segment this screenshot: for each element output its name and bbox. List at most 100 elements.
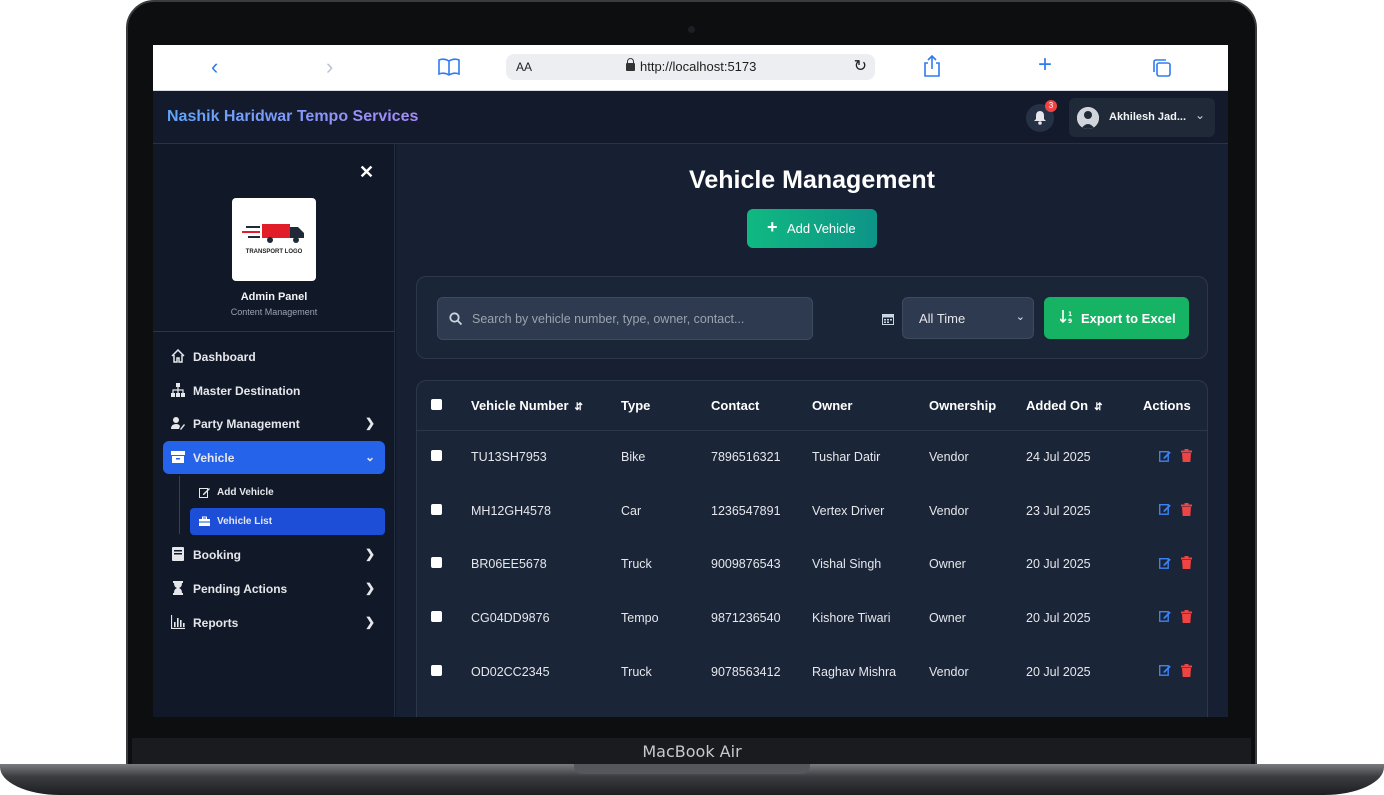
sidebar-item-dashboard[interactable]: Dashboard [163, 340, 385, 373]
address-bar[interactable]: AA http://localhost:5173 ↻ [506, 54, 875, 80]
row-checkbox[interactable] [431, 557, 442, 569]
add-vehicle-label: Add Vehicle [787, 221, 856, 236]
sidebar-item-label: Dashboard [193, 350, 256, 364]
back-icon[interactable]: ‹ [211, 55, 218, 79]
chevron-down-icon: ⌄ [1015, 311, 1025, 323]
added-on-cell: 23 Jul 2025 [1026, 503, 1091, 518]
table-row[interactable]: MH12GH4578 Car 1236547891 Vertex Driver Vend… [417, 484, 1207, 538]
close-icon[interactable]: ✕ [359, 162, 374, 183]
vehicle-table-card: Vehicle Number ⇵ Type Contact Owner Owner… [416, 380, 1208, 717]
text-size-button[interactable]: AA [516, 60, 532, 74]
sidebar-item-master-destination[interactable]: Master Destination [163, 374, 385, 407]
row-checkbox[interactable] [431, 610, 442, 622]
share-icon[interactable] [923, 54, 941, 82]
column-label: Vehicle Number [471, 397, 569, 413]
svg-text:9: 9 [1068, 318, 1072, 324]
table-row[interactable]: TU13SH7953 Bike 7896516321 Tushar Datir Vend… [417, 430, 1207, 484]
device-label: MacBook Air [642, 742, 742, 761]
page-title: Vehicle Management [689, 166, 935, 194]
vehicle-number-cell: BR06EE5678 [471, 557, 547, 572]
column-header-type: Type [621, 397, 651, 413]
sidebar-item-party-management[interactable]: Party Management ❯ [163, 407, 385, 440]
sidebar-item-label: Party Management [193, 417, 300, 431]
search-input[interactable] [472, 298, 802, 339]
added-on-cell: 24 Jul 2025 [1026, 450, 1091, 465]
tabs-icon[interactable] [1152, 58, 1172, 83]
avatar [1077, 107, 1099, 129]
sort-download-icon: 19 [1060, 310, 1072, 324]
checkbox-cell [417, 430, 471, 484]
vehicle-number-cell: TU13SH7953 [471, 450, 547, 465]
trash-icon[interactable] [1181, 663, 1192, 680]
trash-icon[interactable] [1181, 609, 1192, 626]
edit-icon[interactable] [1158, 450, 1171, 465]
sidebar-item-vehicle[interactable]: Vehicle ⌄ [163, 441, 385, 474]
bookmarks-icon[interactable] [438, 58, 460, 81]
reload-icon[interactable]: ↻ [854, 56, 867, 76]
contact-cell: 1236547891 [711, 503, 781, 518]
added-on-cell: 20 Jul 2025 [1026, 610, 1091, 625]
table-row[interactable]: BR06EE5678 Truck 9009876543 Vishal Singh Own… [417, 537, 1207, 591]
forward-icon[interactable]: › [326, 55, 333, 79]
owner-cell: Vertex Driver [812, 503, 885, 518]
hourglass-icon [173, 581, 183, 595]
add-vehicle-button[interactable]: + Add Vehicle [747, 209, 877, 248]
sidebar-subitem-add-vehicle[interactable]: Add Vehicle [190, 479, 385, 506]
type-cell: Truck [621, 664, 652, 679]
column-header-vehicle-number[interactable]: Vehicle Number ⇵ [471, 381, 621, 430]
row-checkbox[interactable] [431, 503, 442, 515]
user-menu[interactable]: Akhilesh Jad... ⌄ [1069, 98, 1215, 137]
chevron-right-icon: ❯ [364, 547, 375, 561]
new-tab-icon[interactable]: + [1038, 53, 1052, 77]
row-checkbox[interactable] [431, 664, 442, 676]
column-header-actions: Actions [1143, 397, 1191, 413]
sort-icon[interactable]: ⇵ [1094, 402, 1102, 413]
table-row[interactable]: CG04DD9876 Tempo 9871236540 Kishore Tiwari O… [417, 591, 1207, 645]
checkbox-cell [417, 645, 471, 699]
contact-cell: 9871236540 [711, 610, 781, 625]
sidebar-item-label: Vehicle [193, 451, 235, 465]
user-name: Akhilesh Jad... [1109, 111, 1187, 123]
divider [153, 331, 395, 332]
column-header-added-on[interactable]: Added On ⇵ [1026, 381, 1143, 430]
export-excel-button[interactable]: 19 Export to Excel [1044, 297, 1189, 339]
plus-icon: + [767, 217, 778, 237]
trash-icon[interactable] [1181, 502, 1192, 519]
sidebar-subitem-vehicle-list[interactable]: Vehicle List [190, 508, 385, 535]
main-content: Vehicle Management + Add Vehicle All Tim… [396, 144, 1228, 717]
sidebar-item-label: Pending Actions [193, 582, 288, 596]
actions-cell [1143, 591, 1207, 645]
search-field[interactable] [437, 297, 813, 340]
edit-icon[interactable] [1158, 557, 1171, 572]
sidebar-item-reports[interactable]: Reports ❯ [163, 606, 385, 639]
screen: ‹ › AA http://localhost:5173 ↻ + Nashik … [153, 45, 1228, 717]
sort-icon[interactable]: ⇵ [575, 402, 583, 413]
edit-icon[interactable] [1158, 664, 1171, 679]
column-header-owner: Owner [812, 397, 853, 413]
home-icon [171, 349, 185, 363]
sidebar-item-label: Reports [193, 616, 239, 630]
sitemap-icon [171, 383, 185, 397]
owner-cell: Kishore Tiwari [812, 610, 891, 625]
table-row[interactable]: OD02CC2345 Truck 9078563412 Raghav Mishra Ve… [417, 645, 1207, 699]
chevron-right-icon: ❯ [364, 615, 375, 629]
sidebar-item-pending-actions[interactable]: Pending Actions ❯ [163, 572, 385, 605]
row-checkbox[interactable] [431, 450, 442, 462]
chevron-right-icon: ❯ [364, 416, 375, 430]
admin-panel-title: Admin Panel [240, 291, 308, 303]
select-all-checkbox[interactable] [431, 398, 442, 410]
contact-cell: 7896516321 [711, 450, 781, 465]
ownership-cell: Owner [929, 610, 966, 625]
edit-icon[interactable] [1158, 503, 1171, 518]
edit-icon[interactable] [1158, 610, 1171, 625]
trash-icon[interactable] [1181, 556, 1192, 572]
ownership-cell: Vendor [929, 664, 969, 679]
trash-icon[interactable] [1181, 449, 1192, 465]
column-label: Added On [1026, 397, 1089, 413]
time-filter-select[interactable]: All Time ⌄ [902, 297, 1034, 339]
sidebar-item-booking[interactable]: Booking ❯ [163, 538, 385, 571]
type-cell: Bike [621, 450, 646, 465]
owner-cell: Vishal Singh [812, 557, 882, 572]
contact-cell: 9009876543 [711, 557, 781, 572]
time-filter-value: All Time [919, 311, 966, 326]
